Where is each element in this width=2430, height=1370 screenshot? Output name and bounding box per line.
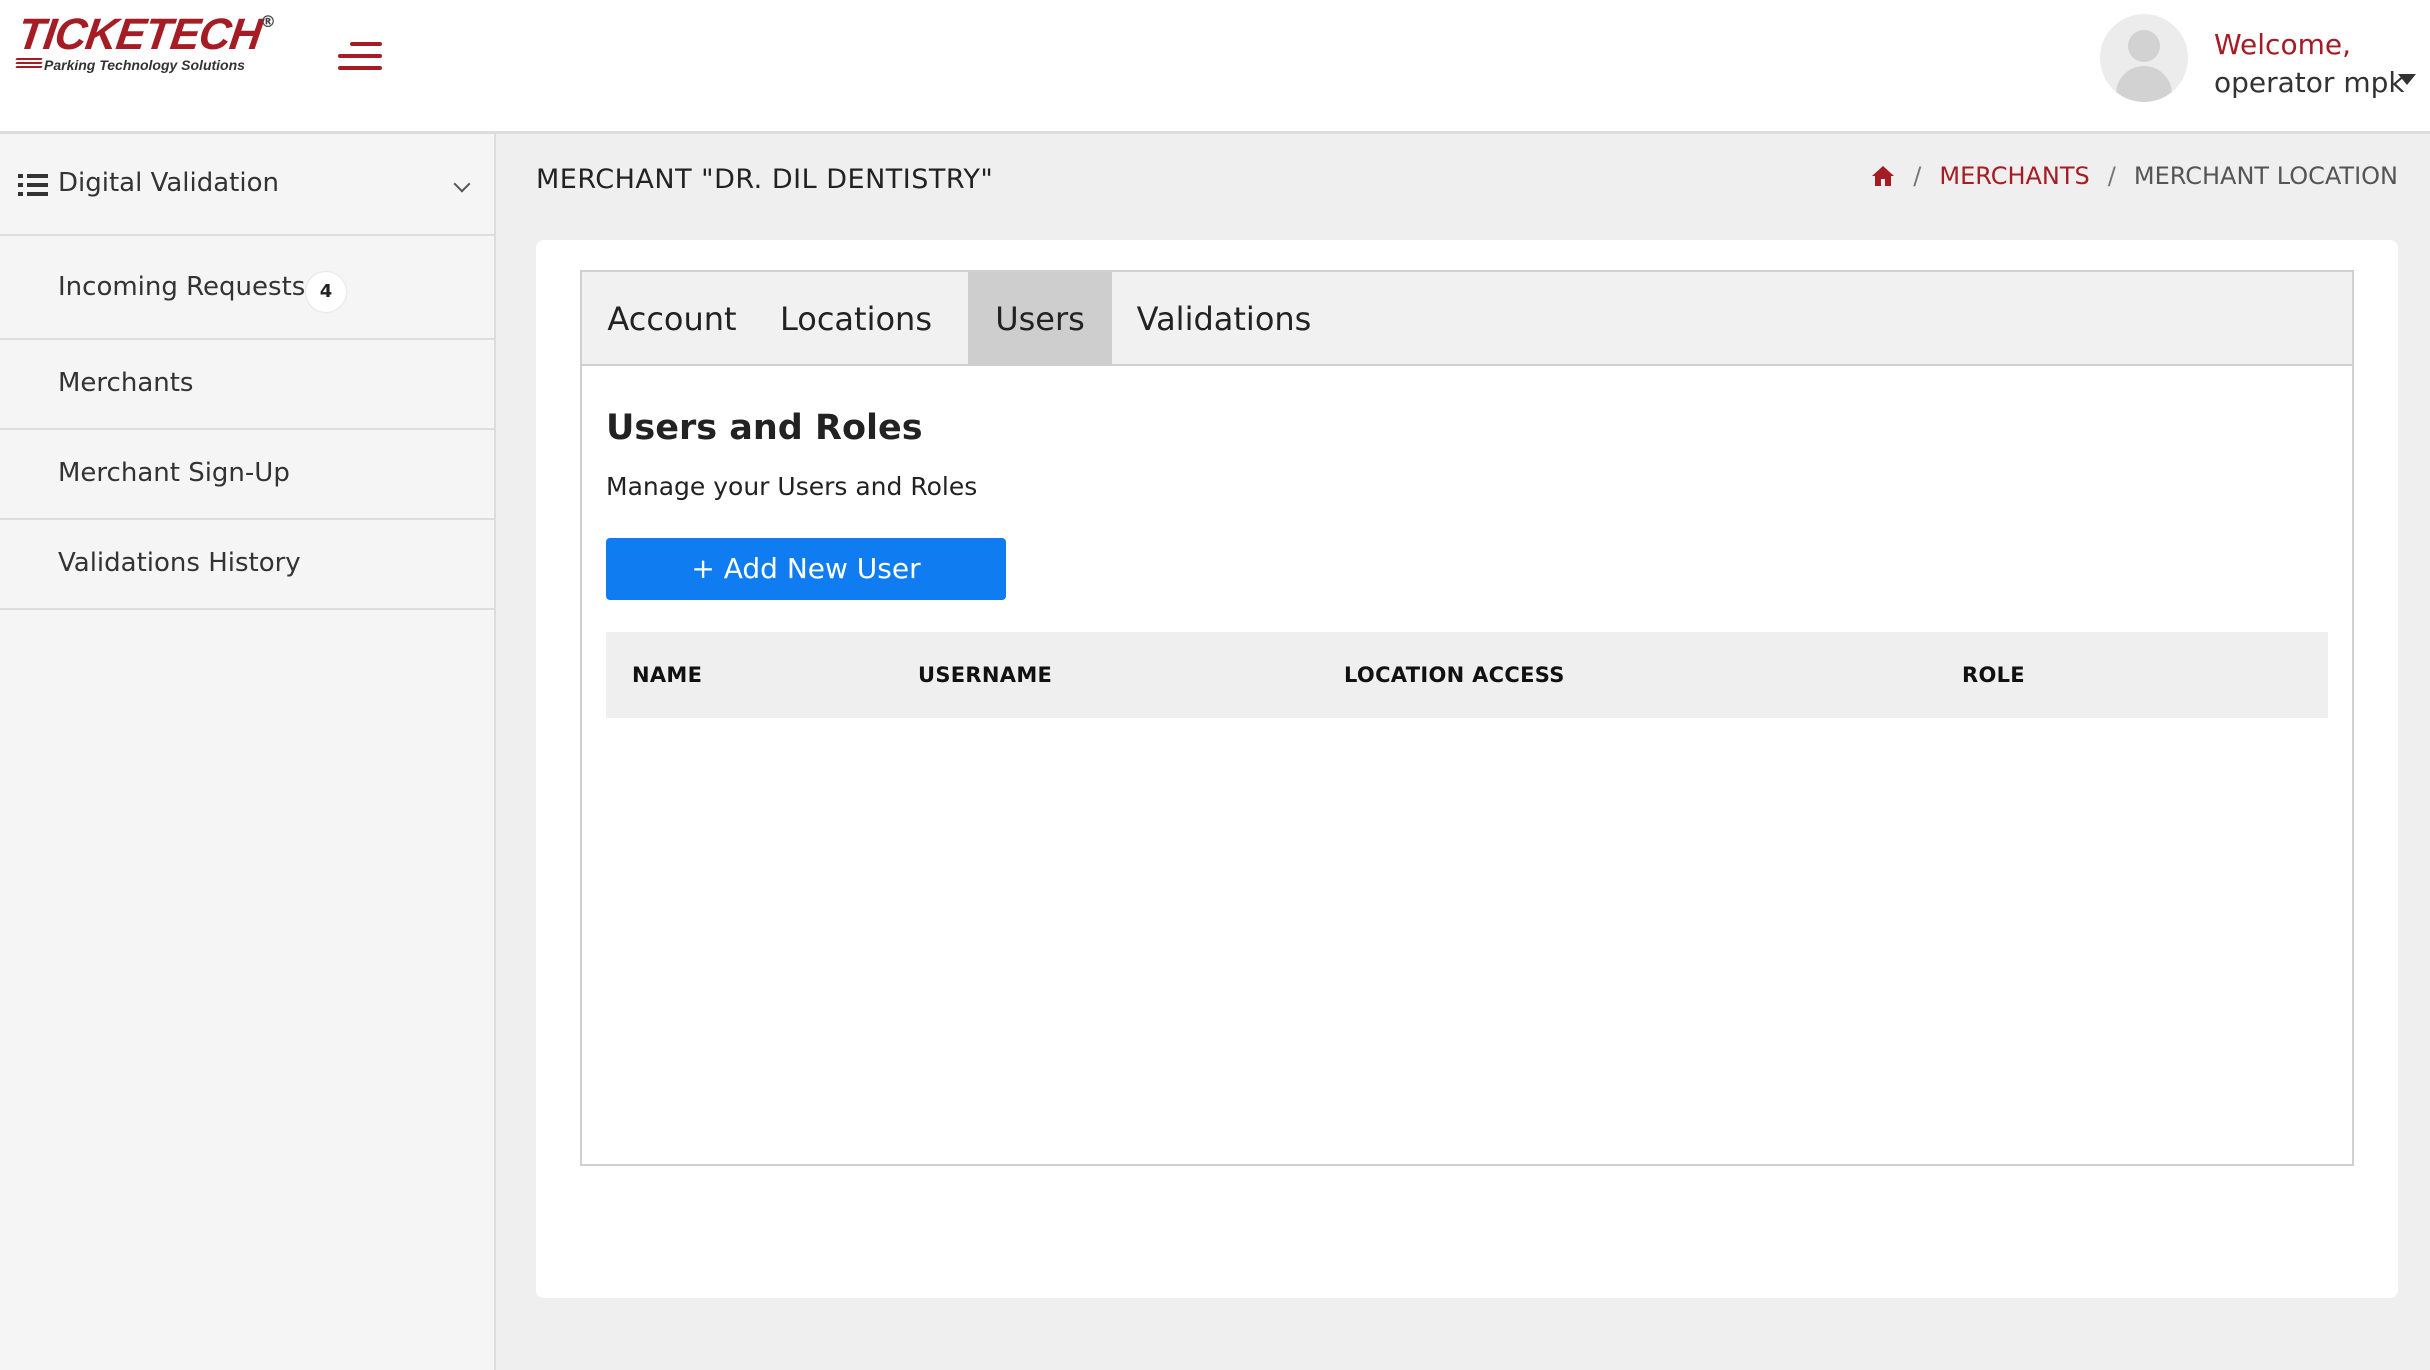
column-header-name[interactable]: NAME (632, 632, 702, 718)
sidebar-item-label: Validations History (58, 548, 301, 578)
users-section-title: Users and Roles (606, 408, 923, 448)
tab-bar: Account Locations Users Validations (582, 272, 2352, 366)
incoming-requests-count-badge: 4 (306, 272, 346, 312)
column-header-role[interactable]: ROLE (1962, 632, 2025, 718)
chevron-down-icon (453, 175, 471, 193)
tab-account[interactable]: Account (582, 272, 762, 366)
sidebar-group-label: Digital Validation (58, 168, 279, 198)
menu-toggle-icon[interactable] (334, 40, 382, 72)
logo-registered-mark: ® (260, 12, 276, 31)
sidebar-item-validations-history[interactable]: Validations History (0, 520, 494, 610)
tab-users[interactable]: Users (968, 272, 1112, 366)
sidebar-item-label: Merchants (58, 368, 194, 398)
logo-wordmark: TICKETECH (14, 10, 265, 59)
column-header-username[interactable]: USERNAME (918, 632, 1052, 718)
list-icon (18, 174, 48, 198)
tab-locations[interactable]: Locations (762, 272, 950, 366)
breadcrumb-separator: / (2107, 162, 2116, 190)
users-section-subtitle: Manage your Users and Roles (606, 472, 978, 501)
home-icon[interactable] (1871, 165, 1895, 187)
sidebar-item-label: Incoming Requests (58, 272, 306, 302)
welcome-username: operator mpk (2214, 66, 2405, 99)
column-header-location-access[interactable]: LOCATION ACCESS (1344, 632, 1565, 718)
breadcrumb-merchants-link[interactable]: MERCHANTS (1939, 162, 2089, 190)
users-table-header: NAME USERNAME LOCATION ACCESS ROLE (606, 632, 2328, 718)
tab-validations[interactable]: Validations (1112, 272, 1336, 366)
tabs-container: Account Locations Users Validations User… (580, 270, 2354, 1166)
merchant-card: Account Locations Users Validations User… (536, 240, 2398, 1298)
sidebar-item-label: Merchant Sign-Up (58, 458, 290, 488)
add-new-user-button[interactable]: + Add New User (606, 538, 1006, 600)
sidebar: Digital Validation Incoming Requests Mer… (0, 134, 496, 1370)
sidebar-item-incoming-requests[interactable]: Incoming Requests (0, 238, 494, 340)
user-avatar[interactable] (2100, 14, 2188, 102)
breadcrumb-current: MERCHANT LOCATION (2133, 162, 2398, 190)
sidebar-item-merchant-sign-up[interactable]: Merchant Sign-Up (0, 430, 494, 520)
logo-tagline: Parking Technology Solutions (44, 57, 245, 73)
top-header: TICKETECH ® Parking Technology Solutions… (0, 0, 2430, 134)
sidebar-item-merchants[interactable]: Merchants (0, 340, 494, 430)
breadcrumb: / MERCHANTS / MERCHANT LOCATION (1871, 162, 2398, 190)
page-title: MERCHANT "DR. DIL DENTISTRY" (536, 164, 994, 195)
welcome-greeting: Welcome, (2214, 28, 2351, 61)
user-welcome[interactable]: Welcome, operator mpk (2214, 26, 2405, 102)
logo-stripes-icon (15, 58, 43, 70)
caret-down-icon[interactable] (2398, 74, 2416, 85)
sidebar-group-digital-validation[interactable]: Digital Validation (0, 134, 494, 236)
ticketech-logo[interactable]: TICKETECH ® Parking Technology Solutions (14, 10, 276, 73)
breadcrumb-separator: / (1913, 162, 1922, 190)
